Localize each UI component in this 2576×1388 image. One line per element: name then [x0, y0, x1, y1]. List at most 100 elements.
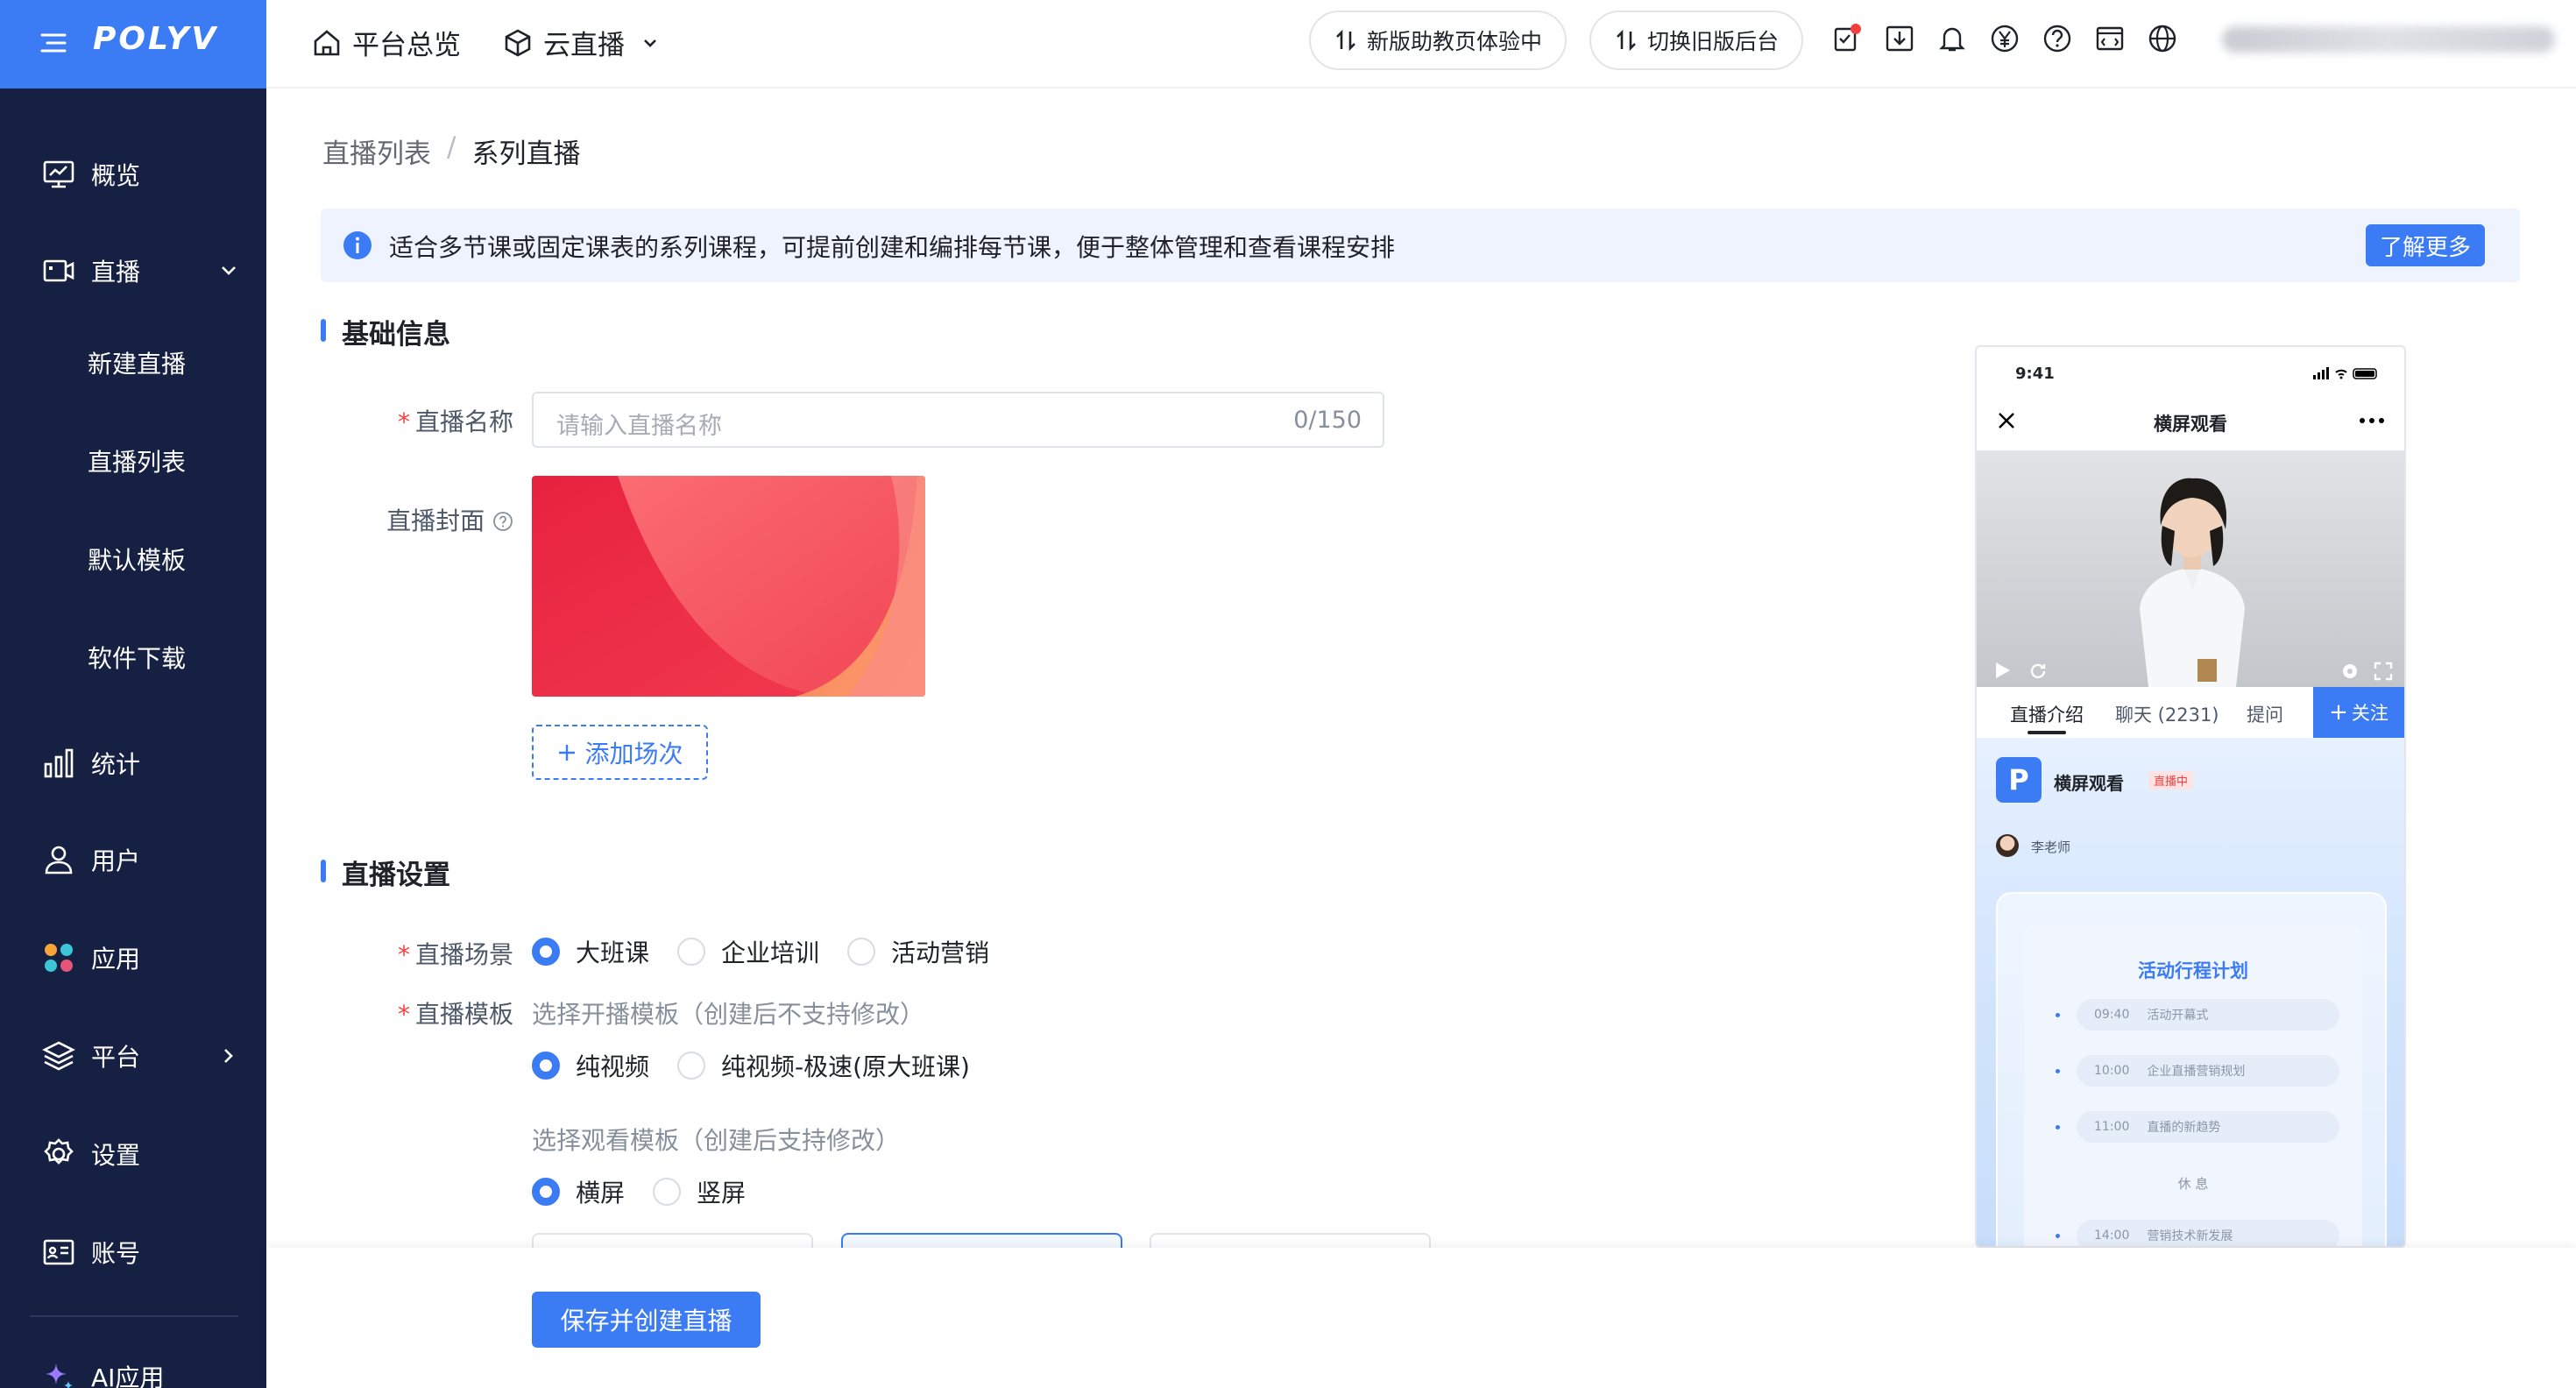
schedule-inner: 活动行程计划 09:40 活动开幕式 10:00 企业直播营销规划 11:00 直播的… [2024, 925, 2362, 1246]
user-icon [45, 846, 73, 875]
template-option-label: 纯视频-极速(原大班课) [721, 1052, 970, 1081]
help-icon[interactable] [2042, 23, 2073, 54]
start-template-radio-video[interactable] [532, 1052, 560, 1080]
follow-button[interactable]: + 关注 [2313, 687, 2404, 738]
sidebar-item-users[interactable]: 用户 [0, 829, 266, 890]
video-camera-icon [43, 259, 74, 282]
switch-icon [1336, 29, 1355, 52]
break-label: 休 息 [2177, 1176, 2209, 1192]
polyv-logo: POLYV [93, 21, 219, 57]
sidebar-item-settings[interactable]: 设置 [0, 1123, 266, 1185]
live-name-placeholder: 请输入直播名称 [556, 413, 722, 440]
sidebar-item-apps[interactable]: 应用 [0, 927, 266, 988]
sidebar-item-label: 应用 [91, 945, 141, 974]
plus-icon [559, 744, 576, 761]
sidebar-item-label: 概览 [91, 161, 141, 190]
mobile-preview: 9:41 横屏观看 直播介绍 聊天 (2231) 提问 + 关注 P 横屏观看 … [1975, 345, 2406, 1248]
new-assistant-label: 新版助教页体验中 [1367, 29, 1543, 54]
add-session-button[interactable]: 添加场次 [532, 725, 708, 780]
signal-battery-icon [2313, 367, 2377, 379]
live-cover-image[interactable] [532, 476, 925, 697]
sidebar-item-overview[interactable]: 概览 [0, 144, 266, 205]
template-label: * 直播模板 [397, 1000, 513, 1029]
live-status-badge: 直播中 [2148, 771, 2194, 790]
cover-graphic [532, 476, 925, 697]
scene-option-label: 大班课 [576, 938, 650, 967]
scene-radio-marketing[interactable] [847, 938, 876, 966]
watch-option-label: 横屏 [576, 1179, 626, 1207]
switch-old-backend-label: 切换旧版后台 [1647, 29, 1780, 54]
start-template-radio-fast[interactable] [677, 1052, 706, 1080]
sidebar-item-label: 平台 [91, 1043, 141, 1072]
sidebar-sub-new-live[interactable]: 新建直播 [88, 345, 186, 380]
sidebar-item-account[interactable]: 账号 [0, 1222, 266, 1283]
scene-option-label: 企业培训 [721, 938, 820, 967]
gear-icon [44, 1138, 74, 1165]
home-icon [314, 29, 340, 55]
sidebar-item-stats[interactable]: 统计 [0, 733, 266, 794]
follow-label: 关注 [2351, 703, 2388, 724]
chevron-down-icon [222, 266, 236, 275]
play-icon[interactable] [1992, 661, 2012, 680]
sidebar-item-label: 用户 [91, 846, 141, 875]
phone-tab-intro[interactable]: 直播介绍 [2010, 701, 2084, 727]
sidebar-sub-default-template[interactable]: 默认模板 [88, 542, 186, 577]
task-icon[interactable] [1831, 23, 1863, 54]
phone-intro-panel: P 横屏观看 直播中 李老师 活动行程计划 09:40 活动开幕式 10:00 企业… [1977, 738, 2404, 1246]
breadcrumb-separator: / [447, 131, 456, 163]
phone-video-player[interactable] [1977, 450, 2404, 687]
bell-icon[interactable] [1936, 23, 1968, 54]
sidebar-item-live[interactable]: 直播 [0, 240, 266, 301]
download-icon[interactable] [1884, 23, 1915, 54]
room-title: 横屏观看 [2054, 773, 2124, 794]
id-card-icon [43, 1239, 74, 1265]
gear-icon[interactable] [2339, 661, 2360, 682]
yuan-icon[interactable] [1989, 23, 2020, 54]
chevron-right-icon [224, 1049, 233, 1063]
scene-label: * 直播场景 [397, 940, 513, 969]
globe-icon[interactable] [2147, 23, 2178, 54]
watch-radio-portrait[interactable] [653, 1178, 682, 1206]
new-assistant-button[interactable]: 新版助教页体验中 [1309, 11, 1568, 70]
switch-old-backend-button[interactable]: 切换旧版后台 [1589, 11, 1804, 70]
switch-icon [1617, 29, 1636, 52]
chevron-down-icon[interactable] [640, 33, 660, 53]
more-icon[interactable] [2359, 417, 2385, 424]
channel-logo-icon: P [1996, 757, 2042, 803]
sidebar-sub-software-download[interactable]: 软件下载 [88, 640, 186, 675]
scene-option-label: 活动营销 [891, 938, 990, 967]
nav-platform-overview[interactable]: 平台总览 [352, 23, 461, 62]
fullscreen-icon[interactable] [2373, 661, 2394, 682]
nav-cloud-live[interactable]: 云直播 [543, 23, 625, 62]
sidebar-item-label: 统计 [91, 750, 141, 779]
sidebar-sub-live-list[interactable]: 直播列表 [88, 443, 186, 478]
learn-more-button[interactable]: 了解更多 [2366, 224, 2486, 266]
sidebar: POLYV 概览 直播 新建直播 直播列表 默认模板 软件下载 统计 用户 应用… [0, 0, 266, 1388]
phone-time: 9:41 [2015, 365, 2055, 383]
code-icon[interactable] [2094, 23, 2126, 54]
live-name-input[interactable]: 请输入直播名称 0/150 [532, 392, 1384, 448]
schedule-title: 活动行程计划 [2138, 960, 2248, 981]
sidebar-item-ai-apps[interactable]: AI应用 [0, 1346, 266, 1388]
menu-icon[interactable] [40, 30, 67, 56]
breadcrumb-current: 系列直播 [471, 138, 581, 170]
phone-tabs: 直播介绍 聊天 (2231) 提问 + 关注 [1977, 687, 2404, 738]
start-template-radio-group: 纯视频 纯视频-极速(原大班课) [532, 1048, 970, 1083]
scene-radio-enterprise[interactable] [677, 938, 706, 966]
schedule-row: 14:00 营销技术新发展 [2077, 1220, 2339, 1246]
question-icon[interactable] [492, 511, 513, 532]
form-footer: 保存并创建直播 [266, 1248, 2576, 1388]
phone-status-bar: 9:41 [1977, 347, 2404, 400]
scene-radio-large-class[interactable] [532, 938, 560, 966]
sparkle-icon [46, 1363, 73, 1388]
sidebar-item-platform[interactable]: 平台 [0, 1025, 266, 1087]
schedule-card: 活动行程计划 09:40 活动开幕式 10:00 企业直播营销规划 11:00 直播的… [1996, 892, 2387, 1246]
sidebar-item-label: 直播 [91, 258, 141, 287]
watch-radio-landscape[interactable] [532, 1178, 560, 1206]
save-and-create-button[interactable]: 保存并创建直播 [532, 1292, 761, 1348]
refresh-icon[interactable] [2028, 661, 2049, 682]
user-account-menu[interactable] [2222, 26, 2555, 53]
breadcrumb-live-list[interactable]: 直播列表 [322, 131, 431, 171]
phone-tab-chat[interactable]: 聊天 (2231) [2115, 701, 2219, 727]
phone-tab-question[interactable]: 提问 [2247, 701, 2283, 727]
